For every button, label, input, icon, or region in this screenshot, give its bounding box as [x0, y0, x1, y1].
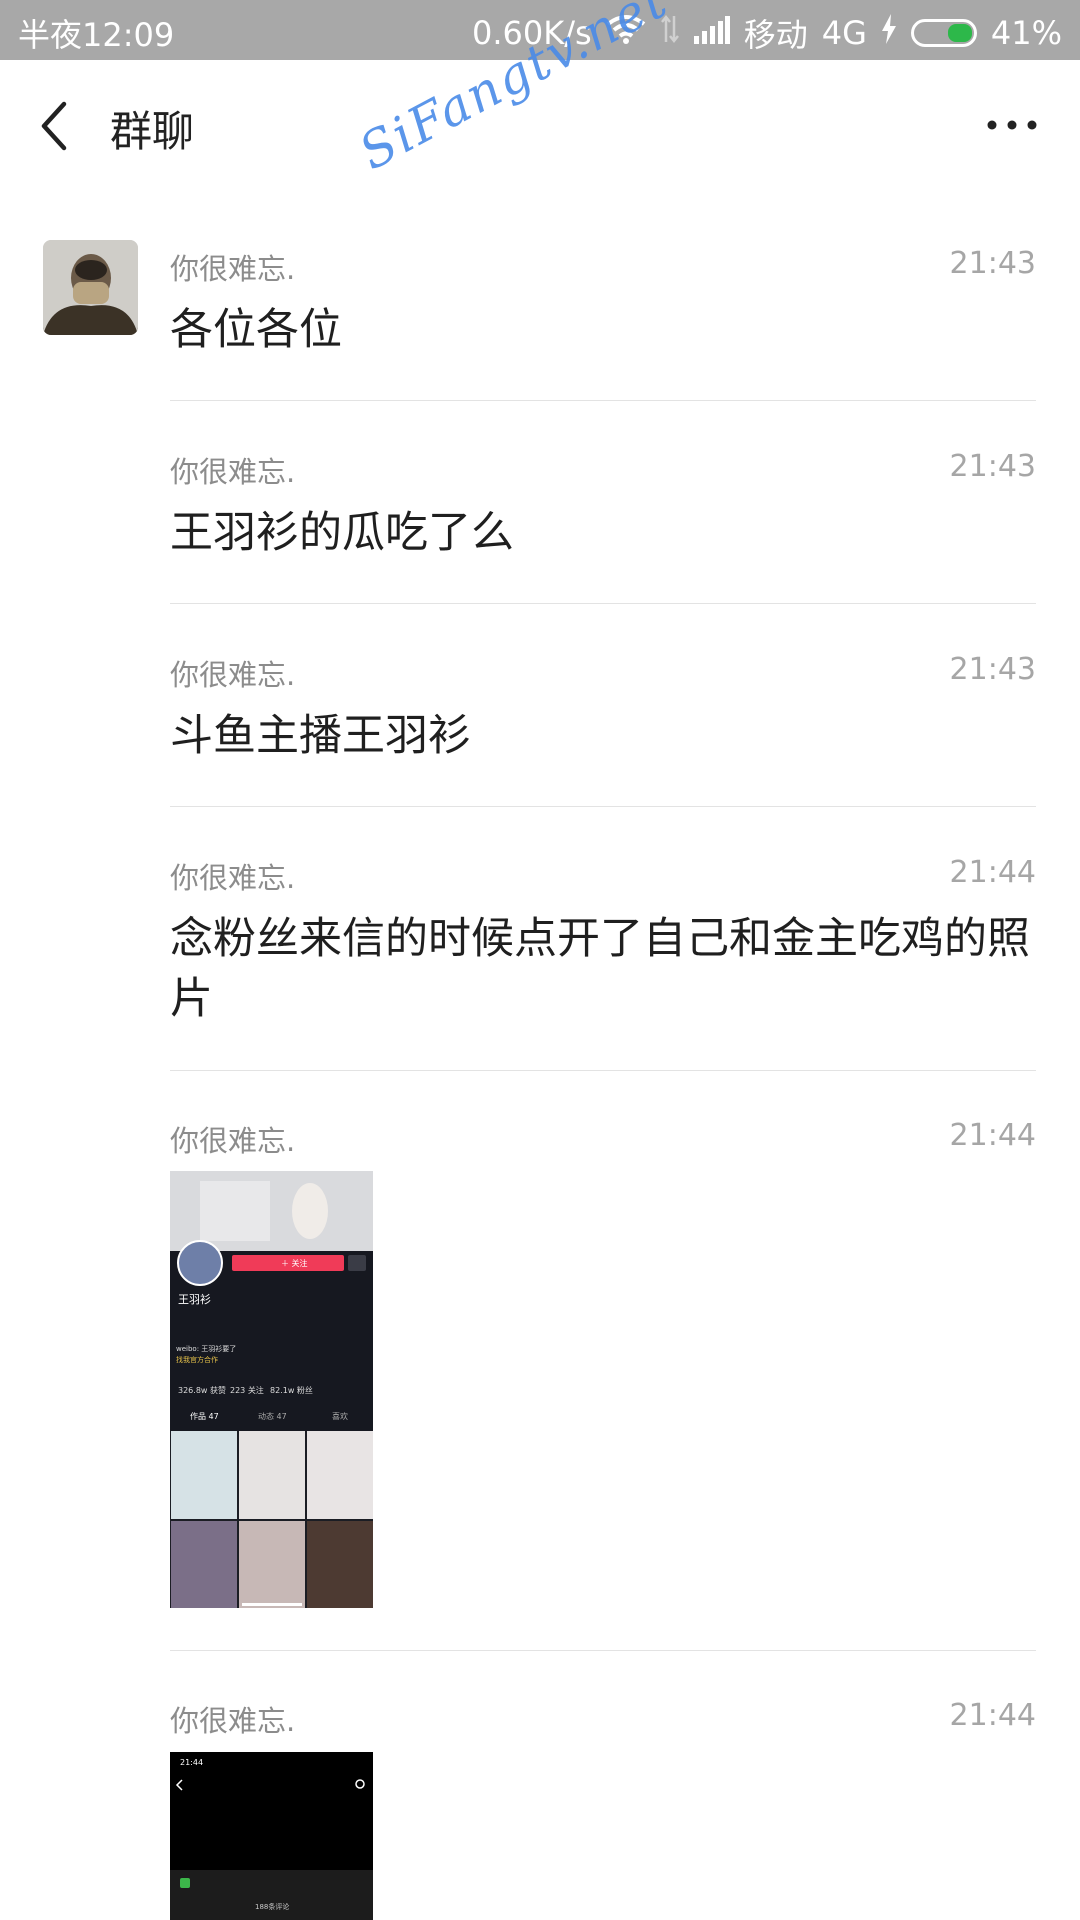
message-text[interactable]: 斗鱼主播王羽衫 — [170, 706, 471, 766]
divider — [170, 603, 1036, 604]
sender-name: 你很难忘. — [170, 1124, 296, 1158]
screenshot-time: 21:44 — [180, 1758, 204, 1767]
message-text[interactable]: 各位各位 — [170, 300, 342, 360]
profile-bio: weibo: 王羽衫要了 — [176, 1345, 237, 1353]
works-tab: 作品 47 — [190, 1412, 219, 1421]
message-time: 21:44 — [949, 855, 1036, 890]
message-time: 21:44 — [949, 1118, 1036, 1153]
signal-icon — [693, 14, 730, 52]
dynamic-tab: 动态 47 — [258, 1412, 287, 1421]
avatar[interactable] — [43, 240, 138, 335]
sender-name: 你很难忘. — [170, 1704, 296, 1738]
message-time: 21:43 — [949, 652, 1036, 687]
divider — [170, 1070, 1036, 1071]
sender-name: 你很难忘. — [170, 861, 296, 895]
message-time: 21:44 — [949, 1698, 1036, 1733]
message-image[interactable]: 21:44 188条评论 — [170, 1752, 373, 1920]
video-screenshot-image — [170, 1752, 373, 1920]
fans-stat: 82.1w 粉丝 — [270, 1386, 313, 1395]
divider — [170, 400, 1036, 401]
follow-button: ＋ 关注 — [281, 1259, 308, 1268]
sender-name: 你很难忘. — [170, 252, 296, 286]
profile-name: 王羽衫 — [178, 1293, 211, 1306]
sender-name: 你很难忘. — [170, 455, 296, 489]
message-item: 你很难忘. 21:43 王羽衫的瓜吃了么 — [170, 449, 1036, 559]
charging-icon — [881, 14, 897, 52]
divider — [170, 806, 1036, 807]
carrier-name: 移动 — [743, 16, 808, 54]
message-item: 你很难忘. 21:43 斗鱼主播王羽衫 — [170, 652, 1036, 762]
status-time: 半夜12:09 — [18, 16, 175, 54]
message-item: 你很难忘. 21:44 念粉丝来信的时候点开了自己和金主吃鸡的照片 — [170, 855, 1036, 1025]
message-item: 你很难忘. 21:43 各位各位 — [170, 246, 1036, 356]
message-item: 你很难忘. 21:44 — [170, 1118, 1036, 1158]
message-image[interactable]: ＋ 关注 王羽衫 weibo: 王羽衫要了 找我官方合作 326.8w 获赞 2… — [170, 1171, 373, 1608]
sender-name: 你很难忘. — [170, 658, 296, 692]
more-dots-icon — [987, 120, 1037, 130]
message-time: 21:43 — [949, 246, 1036, 281]
divider — [170, 1650, 1036, 1651]
back-button[interactable] — [36, 98, 76, 154]
likes-stat: 326.8w 获赞 — [178, 1386, 226, 1395]
message-text[interactable]: 王羽衫的瓜吃了么 — [170, 503, 514, 563]
message-time: 21:43 — [949, 449, 1036, 484]
battery-icon — [910, 19, 977, 47]
following-stat: 223 关注 — [230, 1386, 264, 1395]
message-item: 你很难忘. 21:44 — [170, 1698, 1036, 1738]
page-title: 群聊 — [110, 107, 195, 156]
battery-percent: 41% — [990, 14, 1062, 52]
network-type: 4G — [821, 14, 867, 52]
more-button[interactable] — [984, 110, 1040, 140]
comments-count: 188条评论 — [255, 1903, 290, 1911]
likes-tab: 喜欢 — [332, 1412, 348, 1421]
chevron-left-icon — [41, 101, 67, 151]
message-text[interactable]: 念粉丝来信的时候点开了自己和金主吃鸡的照片 — [170, 909, 1036, 1029]
profile-cta: 找我官方合作 — [176, 1356, 218, 1364]
